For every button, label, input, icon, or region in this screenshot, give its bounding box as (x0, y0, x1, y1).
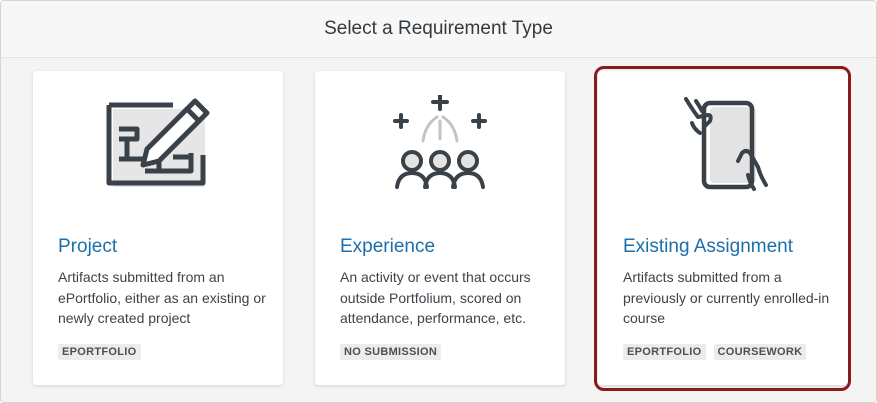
tag-badge: NO SUBMISSION (340, 344, 442, 360)
tag-list: EPORTFOLIO (58, 344, 141, 360)
tag-list: EPORTFOLIO COURSEWORK (623, 344, 807, 360)
card-project[interactable]: Project Artifacts submitted from an ePor… (33, 71, 283, 385)
requirement-type-dialog: Select a Requirement Type Project Artifa… (0, 0, 877, 403)
tag-badge: EPORTFOLIO (58, 344, 141, 360)
card-description: Artifacts submitted from a previously or… (623, 269, 830, 326)
card-experience[interactable]: Experience An activity or event that occ… (315, 71, 565, 385)
tag-list: NO SUBMISSION (340, 344, 442, 360)
tag-badge: COURSEWORK (713, 344, 807, 360)
card-title: Project (58, 236, 118, 257)
card-description: An activity or event that occurs outside… (340, 269, 531, 326)
people-group-plus-icon (315, 95, 565, 195)
card-title: Experience (340, 236, 436, 257)
hands-holding-tablet-icon (598, 95, 848, 195)
tag-badge: EPORTFOLIO (623, 344, 706, 360)
card-description: Artifacts submitted from an ePortfolio, … (58, 269, 266, 326)
card-existing-assignment[interactable]: Existing Assignment Artifacts submitted … (598, 71, 848, 385)
project-canvas-pencil-icon (33, 95, 283, 195)
dialog-title: Select a Requirement Type (324, 18, 553, 39)
card-title: Existing Assignment (623, 236, 794, 257)
dialog-header: Select a Requirement Type (1, 1, 876, 58)
